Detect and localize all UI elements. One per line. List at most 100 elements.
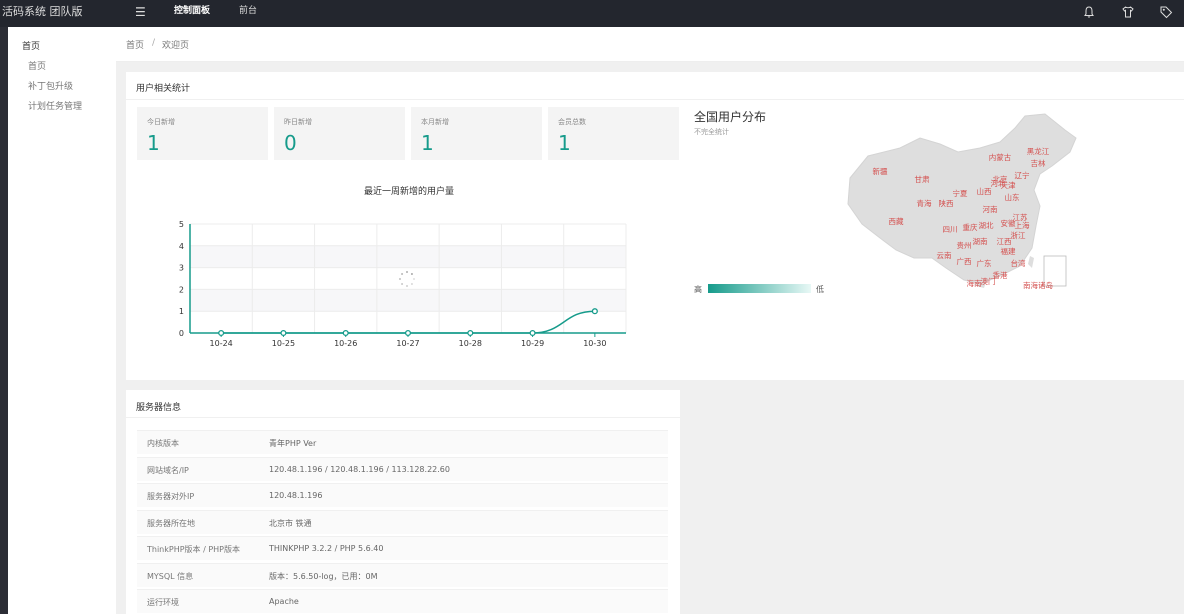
weekly-new-users-chart: 最近一周新增的用户量 0 1 2 3 4 5 10-24 10-25 10-26 10-27 10-… — [179, 185, 627, 348]
map-province-label: 浙江 — [1011, 230, 1027, 240]
legend-high-label: 高 — [694, 285, 702, 294]
server-info-key: 内核版本 — [147, 439, 179, 448]
server-info-key: ThinkPHP版本 / PHP版本 — [147, 545, 240, 554]
nav-frontend[interactable]: 前台 — [239, 0, 257, 27]
stat-label: 会员总数 — [558, 118, 586, 126]
x-tick-label: 10-30 — [583, 339, 606, 348]
stat-label: 昨日新增 — [284, 118, 312, 126]
server-info-title: 服务器信息 — [136, 403, 182, 413]
y-tick-label: 1 — [179, 307, 184, 316]
map-title: 全国用户分布 — [694, 110, 767, 124]
shirt-icon[interactable] — [1121, 5, 1135, 19]
stat-card-month: 本月新增 1 — [411, 107, 542, 160]
data-point[interactable] — [280, 329, 287, 337]
legend-low-label: 低 — [816, 285, 824, 294]
data-point[interactable] — [591, 308, 598, 315]
map-province-label: 内蒙古 — [989, 152, 1012, 162]
server-info-value: 版本：5.6.50-log，已用：0M — [269, 571, 378, 581]
server-info-value: Apache — [269, 597, 299, 606]
stat-value: 1 — [147, 131, 160, 155]
top-bar: 活码系统 团队版 ☰ 控制面板 前台 — [0, 0, 1184, 27]
stat-value: 0 — [284, 131, 297, 155]
y-tick-label: 3 — [179, 264, 184, 273]
map-province-label: 青海 — [917, 198, 932, 208]
x-tick-label: 10-27 — [396, 339, 419, 348]
grid-band — [190, 245, 626, 268]
x-tick-label: 10-24 — [210, 339, 233, 348]
map-province-label: 澳门 — [981, 276, 996, 286]
breadcrumb-home[interactable]: 首页 — [126, 38, 144, 51]
map-province-label: 四川 — [943, 225, 958, 234]
stat-label: 本月新增 — [421, 118, 449, 126]
user-stats-header: 用户相关统计 — [126, 72, 1184, 100]
y-tick-label: 5 — [179, 220, 184, 229]
data-point[interactable] — [467, 329, 474, 337]
stat-card-total-members: 会员总数 1 — [548, 107, 679, 160]
series-line — [221, 310, 595, 334]
map-province-label: 重庆 — [963, 222, 978, 232]
spinner-dot — [401, 282, 404, 285]
data-point[interactable] — [342, 329, 349, 337]
stat-value: 1 — [558, 131, 571, 155]
map-province-label: 新疆 — [873, 166, 888, 176]
server-info-row: MYSQL 信息 版本：5.6.50-log，已用：0M — [137, 562, 668, 587]
y-tick-label: 4 — [179, 242, 184, 251]
nav-dashboard[interactable]: 控制面板 — [174, 0, 210, 27]
server-info-key: 服务器对外IP — [147, 492, 195, 501]
spinner-dot — [413, 278, 415, 280]
spinner-dot — [406, 271, 408, 273]
sidebar-group-home[interactable]: 首页 — [22, 39, 40, 52]
server-info-row: 服务器对外IP 120.48.1.196 — [137, 483, 668, 507]
x-tick-label: 10-25 — [272, 339, 295, 348]
user-stats-title: 用户相关统计 — [136, 84, 191, 94]
data-point[interactable] — [529, 329, 536, 337]
server-info-header: 服务器信息 — [126, 390, 680, 418]
data-point[interactable] — [404, 329, 412, 337]
map-taiwan-shape — [1028, 256, 1034, 268]
data-point[interactable] — [218, 329, 225, 337]
stat-card-yesterday: 昨日新增 0 — [274, 107, 405, 160]
server-info-row: ThinkPHP版本 / PHP版本 THINKPHP 3.2.2 / PHP 5… — [137, 536, 668, 560]
sidebar-item-home[interactable]: 首页 — [28, 59, 46, 72]
server-info-row: 网站域名/IP 120.48.1.196 / 120.48.1.196 / 113… — [137, 456, 668, 481]
chart-title: 最近一周新增的用户量 — [364, 185, 454, 197]
x-tick-label: 10-28 — [459, 339, 482, 348]
map-province-label: 湖北 — [979, 221, 994, 230]
menu-icon[interactable]: ☰ — [135, 6, 147, 18]
server-info-key: 服务器所在地 — [147, 518, 195, 528]
breadcrumb-current: 欢迎页 — [162, 41, 190, 51]
y-tick-label: 0 — [179, 329, 184, 338]
map-province-label: 福建 — [1001, 246, 1016, 256]
sidebar-item-patch-upgrade[interactable]: 补丁包升级 — [28, 79, 73, 92]
map-province-label: 广东 — [977, 258, 992, 268]
breadcrumb: 首页 / 欢迎页 — [116, 27, 1184, 62]
spinner-dot — [399, 278, 401, 280]
map-province-label: 吉林 — [1031, 158, 1047, 168]
app-title: 活码系统 团队版 — [2, 5, 83, 18]
stat-card-today: 今日新增 1 — [137, 107, 268, 160]
server-info-value: THINKPHP 3.2.2 / PHP 5.6.40 — [269, 544, 384, 553]
stat-value: 1 — [421, 131, 434, 155]
left-strip — [0, 27, 8, 614]
server-info-key: MYSQL 信息 — [147, 571, 194, 581]
map-province-label: 南海诸岛 — [1023, 280, 1053, 290]
server-info-row: 内核版本 青年PHP Ver — [137, 430, 668, 454]
grid-band — [190, 289, 626, 312]
y-tick-label: 2 — [179, 285, 184, 294]
china-user-map: 新疆甘肃青海西藏宁夏陕西山西河北北京天津内蒙古黑龙江吉林辽宁山东河南江苏安徽 上海… — [847, 113, 1077, 290]
server-info-row: 服务器所在地 北京市 铁通 — [137, 509, 668, 534]
map-province-label: 山东 — [1005, 192, 1020, 202]
sidebar-item-scheduled-tasks[interactable]: 计划任务管理 — [28, 99, 82, 112]
server-info-value: 青年PHP Ver — [269, 439, 317, 448]
x-tick-label: 10-26 — [334, 339, 357, 348]
bell-icon[interactable] — [1082, 5, 1096, 19]
server-info-key: 网站域名/IP — [147, 465, 189, 475]
map-province-label: 陕西 — [939, 198, 954, 208]
map-province-label: 海南 — [967, 278, 982, 288]
x-tick-label: 10-29 — [521, 339, 544, 348]
tag-icon[interactable] — [1159, 5, 1173, 19]
map-province-label: 黑龙江 — [1027, 146, 1050, 156]
map-province-label: 云南 — [937, 250, 952, 260]
spinner-dot — [410, 273, 413, 276]
sidebar: 首页 首页 补丁包升级 计划任务管理 — [8, 27, 116, 614]
